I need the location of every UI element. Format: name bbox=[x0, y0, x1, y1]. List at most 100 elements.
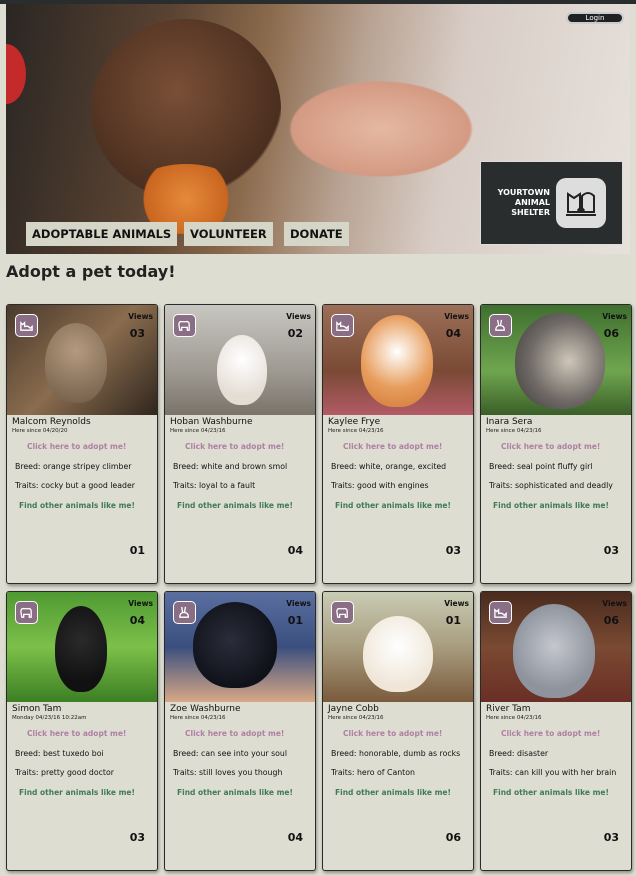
adopt-link[interactable]: Click here to adopt me! bbox=[343, 442, 442, 451]
pet-card[interactable]: Views 04 Kaylee Frye Here since 04/23/16… bbox=[322, 304, 474, 584]
views-label: Views bbox=[286, 312, 311, 321]
pet-name: Kaylee Frye bbox=[328, 417, 381, 427]
pet-count: 03 bbox=[603, 831, 619, 844]
pet-photo[interactable]: Views 01 bbox=[323, 592, 473, 702]
shelter-badge: YOURTOWN ANIMAL SHELTER bbox=[480, 161, 623, 245]
pet-card[interactable]: Views 01 Zoe Washburne Here since 04/23/… bbox=[164, 591, 316, 871]
pet-count: 03 bbox=[445, 544, 461, 557]
dog-icon[interactable] bbox=[173, 314, 196, 337]
pet-name: Hoban Washburne bbox=[170, 417, 253, 427]
find-similar-link[interactable]: Find other animals like me! bbox=[19, 501, 135, 510]
cat-icon[interactable] bbox=[489, 601, 512, 624]
pet-traits: Traits: sophisticated and deadly bbox=[489, 481, 613, 490]
pet-traits: Traits: hero of Canton bbox=[331, 768, 415, 777]
find-similar-link[interactable]: Find other animals like me! bbox=[493, 501, 609, 510]
pet-photo[interactable]: Views 06 bbox=[481, 305, 631, 415]
pet-card[interactable]: Views 02 Hoban Washburne Here since 04/2… bbox=[164, 304, 316, 584]
shelter-name: YOURTOWN ANIMAL SHELTER bbox=[497, 188, 550, 217]
pet-breed: Breed: white, orange, excited bbox=[331, 462, 447, 471]
pet-count: 04 bbox=[287, 544, 303, 557]
views-count: 01 bbox=[287, 614, 303, 627]
pet-name: Simon Tam bbox=[12, 704, 62, 714]
find-similar-link[interactable]: Find other animals like me! bbox=[493, 788, 609, 797]
nav-adoptable-animals[interactable]: ADOPTABLE ANIMALS bbox=[26, 222, 178, 246]
adopt-link[interactable]: Click here to adopt me! bbox=[185, 442, 284, 451]
adopt-link[interactable]: Click here to adopt me! bbox=[343, 729, 442, 738]
pet-photo[interactable]: Views 02 bbox=[165, 305, 315, 415]
pet-traits: Traits: loyal to a fault bbox=[173, 481, 256, 490]
rabbit-icon[interactable] bbox=[489, 314, 512, 337]
pet-traits: Traits: good with engines bbox=[331, 481, 429, 490]
login-button[interactable]: Login bbox=[566, 12, 624, 24]
shelter-logo-icon[interactable] bbox=[556, 178, 606, 228]
adopt-link[interactable]: Click here to adopt me! bbox=[501, 729, 600, 738]
pet-since: Here since 04/23/16 bbox=[170, 715, 226, 721]
find-similar-link[interactable]: Find other animals like me! bbox=[177, 788, 293, 797]
pet-count: 03 bbox=[129, 831, 145, 844]
pet-card[interactable]: Views 03 Malcom Reynolds Here since 04/2… bbox=[6, 304, 158, 584]
pet-name: Zoe Washburne bbox=[170, 704, 241, 714]
pet-breed: Breed: disaster bbox=[489, 749, 549, 758]
views-count: 03 bbox=[129, 327, 145, 340]
pet-breed: Breed: can see into your soul bbox=[173, 749, 288, 758]
cat-icon[interactable] bbox=[331, 314, 354, 337]
pet-card[interactable]: Views 06 River Tam Here since 04/23/16 C… bbox=[480, 591, 632, 871]
views-count: 01 bbox=[445, 614, 461, 627]
pet-photo[interactable]: Views 04 bbox=[323, 305, 473, 415]
pet-breed: Breed: seal point fluffy girl bbox=[489, 462, 593, 471]
pet-card[interactable]: Views 06 Inara Sera Here since 04/23/16 … bbox=[480, 304, 632, 584]
views-label: Views bbox=[444, 599, 469, 608]
pet-breed: Breed: orange stripey climber bbox=[15, 462, 132, 471]
pet-breed: Breed: white and brown smol bbox=[173, 462, 288, 471]
pet-traits: Traits: still loves you though bbox=[173, 768, 283, 777]
pet-name: Jayne Cobb bbox=[328, 704, 379, 714]
views-label: Views bbox=[128, 312, 153, 321]
pet-since: Here since 04/20/20 bbox=[12, 428, 68, 434]
find-similar-link[interactable]: Find other animals like me! bbox=[19, 788, 135, 797]
views-count: 04 bbox=[129, 614, 145, 627]
pet-since: Here since 04/23/16 bbox=[486, 428, 542, 434]
find-similar-link[interactable]: Find other animals like me! bbox=[335, 788, 451, 797]
pet-name: Inara Sera bbox=[486, 417, 533, 427]
adopt-link[interactable]: Click here to adopt me! bbox=[27, 442, 126, 451]
pet-breed: Breed: best tuxedo boi bbox=[15, 749, 104, 758]
views-count: 02 bbox=[287, 327, 303, 340]
pet-since: Here since 04/23/16 bbox=[328, 428, 384, 434]
rabbit-icon[interactable] bbox=[173, 601, 196, 624]
pet-since: Here since 04/23/16 bbox=[170, 428, 226, 434]
pet-card[interactable]: Views 01 Jayne Cobb Here since 04/23/16 … bbox=[322, 591, 474, 871]
adopt-link[interactable]: Click here to adopt me! bbox=[185, 729, 284, 738]
adopt-link[interactable]: Click here to adopt me! bbox=[27, 729, 126, 738]
views-count: 06 bbox=[603, 614, 619, 627]
pet-traits: Traits: cocky but a good leader bbox=[15, 481, 135, 490]
views-label: Views bbox=[286, 599, 311, 608]
page-title: Adopt a pet today! bbox=[6, 262, 176, 281]
dog-icon[interactable] bbox=[331, 601, 354, 624]
pet-count: 01 bbox=[129, 544, 145, 557]
pet-since: Here since 04/23/16 bbox=[486, 715, 542, 721]
pet-traits: Traits: pretty good doctor bbox=[15, 768, 114, 777]
hero-banner: Login YOURTOWN ANIMAL SHELTER ADOPTABLE … bbox=[6, 4, 630, 254]
views-label: Views bbox=[444, 312, 469, 321]
pet-photo[interactable]: Views 06 bbox=[481, 592, 631, 702]
views-label: Views bbox=[128, 599, 153, 608]
pet-traits: Traits: can kill you with her brain bbox=[489, 768, 617, 777]
find-similar-link[interactable]: Find other animals like me! bbox=[335, 501, 451, 510]
pet-photo[interactable]: Views 01 bbox=[165, 592, 315, 702]
pet-photo[interactable]: Views 03 bbox=[7, 305, 157, 415]
pet-card[interactable]: Views 04 Simon Tam Monday 04/23/16 10:22… bbox=[6, 591, 158, 871]
pet-photo[interactable]: Views 04 bbox=[7, 592, 157, 702]
pet-breed: Breed: honorable, dumb as rocks bbox=[331, 749, 461, 758]
dog-icon[interactable] bbox=[15, 601, 38, 624]
nav-volunteer[interactable]: VOLUNTEER bbox=[184, 222, 273, 246]
cat-icon[interactable] bbox=[15, 314, 38, 337]
views-count: 06 bbox=[603, 327, 619, 340]
adopt-link[interactable]: Click here to adopt me! bbox=[501, 442, 600, 451]
pet-name: Malcom Reynolds bbox=[12, 417, 91, 427]
pet-name: River Tam bbox=[486, 704, 531, 714]
find-similar-link[interactable]: Find other animals like me! bbox=[177, 501, 293, 510]
views-label: Views bbox=[602, 312, 627, 321]
nav-donate[interactable]: DONATE bbox=[284, 222, 349, 246]
views-count: 04 bbox=[445, 327, 461, 340]
pet-since: Here since 04/23/16 bbox=[328, 715, 384, 721]
